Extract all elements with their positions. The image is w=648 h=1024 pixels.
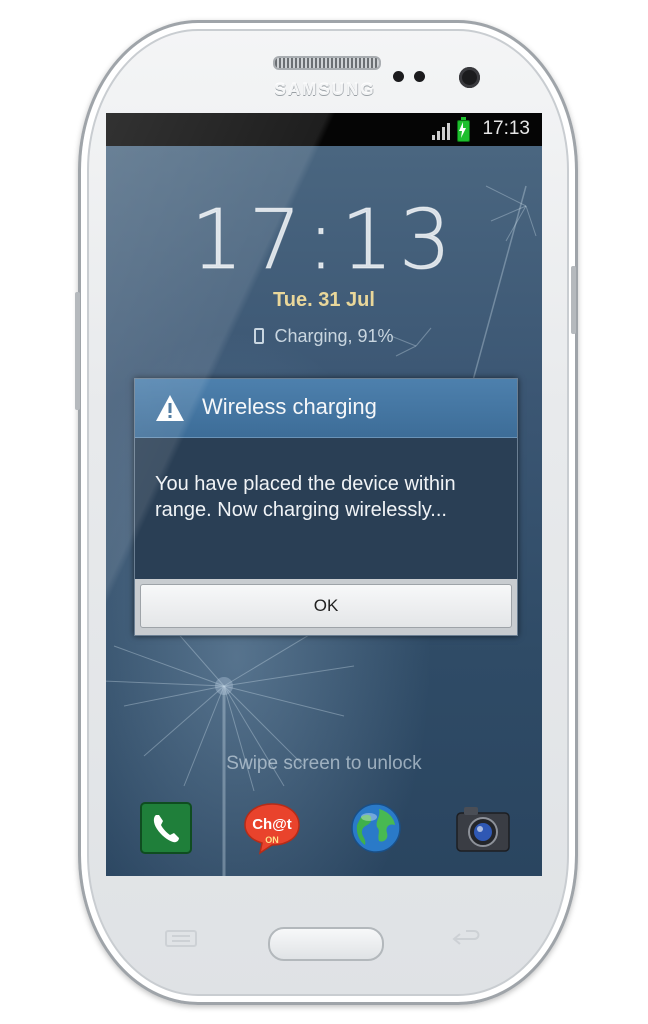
status-time: 17:13 bbox=[482, 118, 530, 139]
proximity-sensor bbox=[393, 71, 404, 82]
brand-logo: SAMSUNG bbox=[274, 80, 376, 99]
dialog-header: Wireless charging bbox=[135, 379, 517, 438]
menu-key-icon[interactable] bbox=[164, 928, 198, 948]
internet-globe-icon[interactable] bbox=[349, 801, 403, 855]
status-bar: 17:13 bbox=[106, 113, 542, 146]
charging-status: Charging, 91% bbox=[106, 326, 542, 347]
phone-icon[interactable] bbox=[139, 801, 193, 855]
earpiece-speaker bbox=[273, 56, 381, 70]
lockscreen-date: Tue. 31 Jul bbox=[273, 289, 375, 311]
signal-icon bbox=[432, 123, 450, 140]
light-sensor bbox=[414, 71, 425, 82]
power-button[interactable] bbox=[571, 266, 576, 334]
dialog-footer: OK bbox=[135, 579, 517, 635]
chaton-icon[interactable]: Ch@t ON bbox=[242, 801, 302, 855]
wireless-charging-dialog: Wireless charging You have placed the de… bbox=[134, 378, 518, 636]
ok-button[interactable]: OK bbox=[140, 584, 512, 628]
home-key[interactable] bbox=[268, 927, 384, 961]
volume-button[interactable] bbox=[75, 292, 80, 410]
charging-status-text: Charging, 91% bbox=[274, 326, 394, 346]
dialog-title: Wireless charging bbox=[202, 394, 377, 419]
battery-charging-icon bbox=[457, 117, 470, 142]
warning-icon bbox=[156, 395, 184, 421]
camera-icon[interactable] bbox=[454, 801, 512, 855]
battery-icon bbox=[254, 328, 265, 344]
back-key-icon[interactable] bbox=[450, 928, 484, 948]
swipe-to-unlock-hint: Swipe screen to unlock bbox=[226, 753, 422, 774]
dialog-message: You have placed the device within range.… bbox=[155, 473, 456, 521]
lockscreen-clock: 17:13 bbox=[190, 193, 458, 289]
screen: 17:13 17:13 Tue. 31 Jul Charging, 91% Wi… bbox=[106, 113, 542, 876]
front-camera bbox=[459, 67, 480, 88]
chaton-sublabel: ON bbox=[265, 835, 279, 845]
chaton-label: Ch@t bbox=[252, 816, 292, 833]
